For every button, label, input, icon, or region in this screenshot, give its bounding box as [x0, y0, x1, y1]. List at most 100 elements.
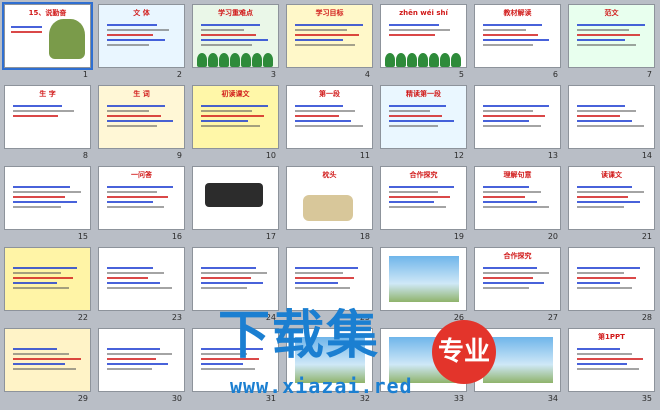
tree-decoration: [429, 53, 439, 67]
slide-thumbnail[interactable]: [568, 247, 655, 311]
tree-decoration: [451, 53, 461, 67]
slide-text-lines: [107, 21, 176, 49]
slide-number: 5: [458, 70, 464, 79]
slide-thumbnail-cell: 26: [378, 245, 469, 323]
slide-thumbnail-cell: 29: [2, 326, 93, 404]
slide-text-lines: [577, 345, 646, 373]
slide-number: 17: [265, 232, 276, 241]
slide-thumbnail[interactable]: [192, 247, 279, 311]
slide-thumbnail[interactable]: 15、说勤奋: [2, 2, 93, 70]
slide-thumbnail[interactable]: 第1PPT: [568, 328, 655, 392]
slide-image: [389, 256, 459, 302]
slide-title: 第1PPT: [598, 333, 625, 341]
slide-thumbnail[interactable]: 学习目标: [286, 4, 373, 68]
slide-thumbnail[interactable]: [380, 247, 467, 311]
tree-decoration: [230, 53, 240, 67]
slide-thumbnail[interactable]: [474, 85, 561, 149]
slide-text-lines: [389, 102, 458, 130]
slide-thumbnail-cell: 15、说勤奋 1: [2, 2, 93, 80]
slide-number: 29: [77, 394, 88, 403]
slide-title: 文 体: [133, 9, 150, 17]
slide-number: 22: [77, 313, 88, 322]
slide-thumbnail[interactable]: 枕头: [286, 166, 373, 230]
slide-thumbnail[interactable]: 文 体: [98, 4, 185, 68]
slide-title: 一问答: [131, 171, 152, 179]
slide-text-lines: [107, 183, 176, 211]
slide-text-lines: [13, 102, 82, 120]
slide-thumbnail[interactable]: [568, 85, 655, 149]
slide-number: 1: [82, 70, 88, 79]
slide-thumbnail[interactable]: [4, 328, 91, 392]
slide-title: 枕头: [322, 171, 337, 179]
slide-thumbnail[interactable]: 生 词: [98, 85, 185, 149]
slide-text-lines: [201, 21, 270, 49]
slide-title: 初读课文: [221, 90, 250, 98]
slide-thumbnail[interactable]: 合作探究: [474, 247, 561, 311]
slide-image: [49, 19, 85, 59]
slide-thumbnail[interactable]: [4, 166, 91, 230]
slide-thumbnail-cell: 读课文 21: [566, 164, 657, 242]
slide-thumbnail[interactable]: 合作探究: [380, 166, 467, 230]
slide-number: 34: [547, 394, 558, 403]
slide-number: 9: [176, 151, 182, 160]
tree-decoration: [440, 53, 450, 67]
slide-text-lines: [107, 264, 176, 292]
slide-text-lines: [13, 345, 82, 373]
slide-number: 35: [641, 394, 652, 403]
slide-number: 14: [641, 151, 652, 160]
slide-text-lines: [577, 102, 646, 130]
slide-thumbnail[interactable]: zhēn wéi shí: [380, 4, 467, 68]
slide-number: 30: [171, 394, 182, 403]
slide-thumbnail[interactable]: 学习重难点: [192, 4, 279, 68]
slide-title: 范文: [604, 9, 619, 17]
slide-title: zhēn wéi shí: [399, 9, 448, 17]
slide-number: 33: [453, 394, 464, 403]
tree-decoration: [385, 53, 395, 67]
slide-thumbnail-cell: 14: [566, 83, 657, 161]
slide-thumbnail-cell: 枕头 18: [284, 164, 375, 242]
slide-thumbnail-cell: 一问答 16: [96, 164, 187, 242]
slide-thumbnail-cell: 17: [190, 164, 281, 242]
slide-thumbnail-cell: 合作探究 27: [472, 245, 563, 323]
tree-decoration: [418, 53, 428, 67]
slide-thumbnail[interactable]: 精读第一段: [380, 85, 467, 149]
slide-text-lines: [483, 264, 552, 292]
slide-thumbnail[interactable]: [286, 247, 373, 311]
slide-thumbnail[interactable]: 生 字: [4, 85, 91, 149]
slide-number: 18: [359, 232, 370, 241]
slide-thumbnail-cell: 精读第一段 12: [378, 83, 469, 161]
tree-decoration: [208, 53, 218, 67]
slide-thumbnail[interactable]: [4, 247, 91, 311]
slide-title: 合作探究: [409, 171, 438, 179]
slide-title: 生 词: [133, 90, 150, 98]
slide-text-lines: [107, 345, 176, 373]
slide-number: 27: [547, 313, 558, 322]
slide-thumbnail-cell: 13: [472, 83, 563, 161]
slide-text-lines: [295, 102, 364, 130]
slide-thumbnail-cell: 理解句意 20: [472, 164, 563, 242]
slide-thumbnail[interactable]: 范文: [568, 4, 655, 68]
slide-thumbnail[interactable]: 初读课文: [192, 85, 279, 149]
slide-thumbnail[interactable]: 读课文: [568, 166, 655, 230]
slide-number: 4: [364, 70, 370, 79]
slide-number: 21: [641, 232, 652, 241]
slide-text-lines: [577, 264, 646, 292]
slide-text-lines: [201, 102, 270, 130]
slide-title: 读课文: [601, 171, 622, 179]
slide-number: 12: [453, 151, 464, 160]
slide-number: 2: [176, 70, 182, 79]
slide-thumbnail-cell: 初读课文 10: [190, 83, 281, 161]
slide-thumbnail[interactable]: [98, 247, 185, 311]
slide-thumbnail[interactable]: [192, 166, 279, 230]
slide-thumbnail-cell: zhēn wéi shí 5: [378, 2, 469, 80]
slide-text-lines: [13, 183, 82, 211]
slide-thumbnail[interactable]: 教材解读: [474, 4, 561, 68]
slide-text-lines: [201, 264, 270, 292]
slide-thumbnail[interactable]: 一问答: [98, 166, 185, 230]
slide-thumbnail[interactable]: 理解句意: [474, 166, 561, 230]
slide-text-lines: [577, 21, 646, 49]
slide-title: 理解句意: [503, 171, 532, 179]
slide-thumbnail[interactable]: 第一段: [286, 85, 373, 149]
slide-thumbnail[interactable]: [98, 328, 185, 392]
slide-thumbnail-cell: 生 字 8: [2, 83, 93, 161]
